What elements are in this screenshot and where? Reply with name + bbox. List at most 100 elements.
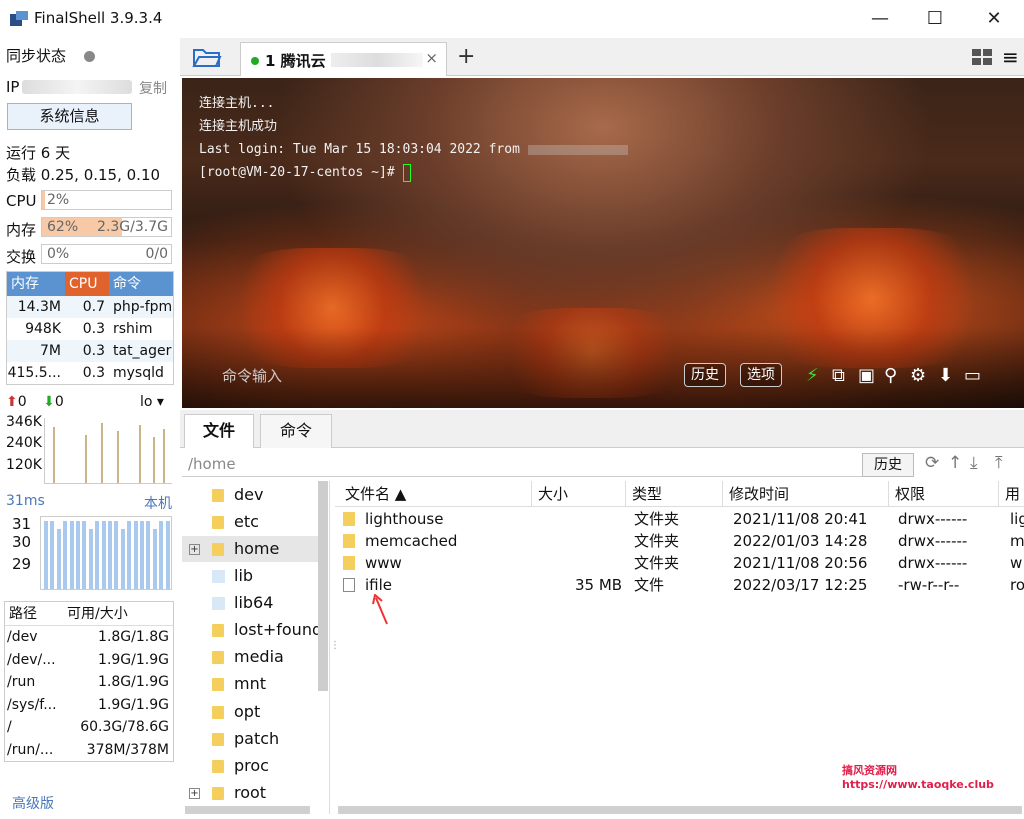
col-path-header[interactable]: 路径 [5,602,67,625]
interface-select[interactable]: lo ▾ [140,394,164,410]
add-tab-button[interactable]: + [457,44,475,69]
download-icon[interactable]: ⬇ [938,365,953,386]
process-row[interactable]: 415.5... 0.3 mysqld [7,362,173,384]
file-name: memcached [365,532,458,550]
tree-item-media[interactable]: media [182,644,318,670]
ip-redacted [527,144,628,155]
col-size-header[interactable]: 可用/大小 [67,602,171,625]
tree-item-dev[interactable]: dev [182,482,318,508]
tree-horizontal-scrollbar[interactable] [185,806,310,814]
mem-label: 内存 [6,221,37,239]
disk-row[interactable]: /run 1.8G/1.9G [5,671,173,694]
copy-ip-button[interactable]: 复制 [139,78,167,98]
expand-icon[interactable]: + [189,788,200,799]
refresh-icon[interactable]: ⟳ [925,453,939,473]
folder-icon [343,512,355,526]
download-value: 0 [54,394,64,410]
tree-item-etc[interactable]: etc [182,509,318,535]
options-button[interactable]: 选项 [740,363,782,387]
tree-item-patch[interactable]: patch [182,726,318,752]
search-icon[interactable]: ⚲ [884,365,897,386]
disk-path: / [7,719,12,735]
lightning-icon[interactable]: ⚡ [806,365,819,386]
close-tab-icon[interactable]: × [425,49,438,67]
swap-value: 0% [47,246,70,262]
tree-item-mnt[interactable]: mnt [182,671,318,697]
upload-file-icon[interactable]: ⤒ [995,453,1003,473]
disk-row[interactable]: /dev 1.8G/1.8G [5,626,173,649]
system-info-button[interactable]: 系统信息 [7,103,132,130]
disk-row[interactable]: /run/... 378M/378M [5,739,173,762]
col-perm-header[interactable]: 权限 [888,481,925,507]
file-list-horizontal-scrollbar[interactable] [338,806,1022,814]
file-row[interactable]: memcached 文件夹 2022/01/03 14:28 drwx-----… [335,530,1024,552]
col-type-header[interactable]: 类型 [625,481,662,507]
copy-icon[interactable]: ⧉ [832,365,845,386]
col-owner-header[interactable]: 用 [998,481,1020,507]
history-button[interactable]: 历史 [684,363,726,387]
process-row[interactable]: 948K 0.3 rshim [7,318,173,340]
path-input[interactable]: /home [182,451,862,477]
tree-item-lib[interactable]: lib [182,563,318,589]
terminal-view[interactable]: 连接主机... 连接主机成功 Last login: Tue Mar 15 18… [182,78,1024,408]
advanced-edition-link[interactable]: 高级版 [12,793,54,813]
open-folder-icon[interactable] [192,46,222,68]
close-button[interactable]: ✕ [972,6,1016,32]
tree-item-home[interactable]: + home [182,536,318,562]
session-tab-label: 1 腾讯云 [265,52,326,70]
folder-icon [212,624,224,637]
col-filename-header[interactable]: 文件名 ▲ [335,481,406,507]
file-row[interactable]: lighthouse 文件夹 2021/11/08 20:41 drwx----… [335,508,1024,530]
watermark-line: https://www.taoqke.club [842,778,994,791]
file-mtime: 2022/03/17 12:25 [733,576,868,594]
tab-commands[interactable]: 命令 [260,414,332,448]
expand-icon[interactable]: + [189,544,200,555]
layout-grid-icon[interactable] [972,49,992,65]
file-owner: lig [1010,510,1024,528]
col-mem-header[interactable]: 内存 [7,272,65,296]
col-size-header[interactable]: 大小 [531,481,568,507]
up-directory-icon[interactable]: ↑ [948,453,962,473]
fullscreen-icon[interactable]: ▭ [964,365,981,386]
disk-path: /sys/f... [7,696,57,713]
ping-bar [159,521,164,589]
tree-item-lib64[interactable]: lib64 [182,590,318,616]
disk-size: 1.9G/1.9G [98,696,169,713]
file-row[interactable]: www 文件夹 2021/11/08 20:56 drwx------ w [335,552,1024,574]
session-tab[interactable]: 1 腾讯云 × [240,42,447,76]
terminal-output: 连接主机... 连接主机成功 Last login: Tue Mar 15 18… [199,92,628,184]
tree-item-proc[interactable]: proc [182,753,318,779]
minimize-button[interactable]: — [858,6,902,32]
disk-row[interactable]: /dev/... 1.9G/1.9G [5,649,173,672]
file-type: 文件夹 [634,554,680,572]
col-mtime-header[interactable]: 修改时间 [722,481,789,507]
file-perm: drwx------ [898,510,968,528]
tree-item-opt[interactable]: opt [182,699,318,725]
paste-icon[interactable]: ▣ [858,365,875,386]
path-history-button[interactable]: 历史 [862,453,914,477]
swap-detail: 0/0 [145,246,168,262]
ping-host[interactable]: 本机 [144,493,172,513]
menu-icon[interactable]: ≡ [1002,45,1019,69]
col-cmd-header[interactable]: 命令 [109,272,173,296]
tab-files[interactable]: 文件 [184,414,254,448]
disk-row[interactable]: / 60.3G/78.6G [5,716,173,739]
upload-arrow-icon: ⬆ [6,394,18,410]
process-row[interactable]: 7M 0.3 tat_ager [7,340,173,362]
tree-vertical-scrollbar[interactable] [318,481,328,691]
ping-bar [95,521,100,589]
tree-item-label: root [234,783,267,802]
process-row[interactable]: 14.3M 0.7 php-fpm [7,296,173,318]
command-input[interactable]: 命令输入 [222,365,282,386]
tree-item-root[interactable]: + root [182,780,318,806]
col-cpu-header[interactable]: CPU [65,272,109,296]
watermark: 搞风资源网 https://www.taoqke.club [842,764,994,792]
traffic-bar [163,429,165,483]
tree-item-lost-found[interactable]: lost+found [182,617,322,643]
maximize-button[interactable]: ☐ [913,6,957,32]
disk-row[interactable]: /sys/f... 1.9G/1.9G [5,694,173,717]
file-row[interactable]: ifile 35 MB 文件 2022/03/17 12:25 -rw-r--r… [335,574,1024,596]
download-file-icon[interactable]: ⤓ [970,453,978,473]
ping-bar [146,521,151,589]
gear-icon[interactable]: ⚙ [910,365,926,386]
